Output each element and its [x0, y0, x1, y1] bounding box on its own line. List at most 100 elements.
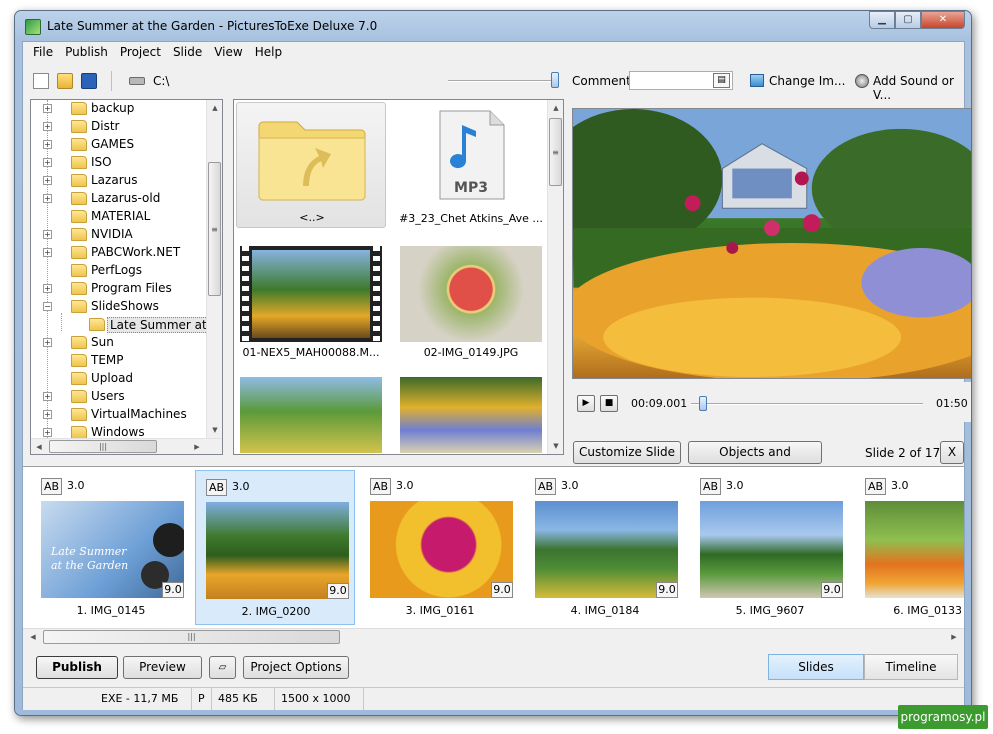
slide-item-selected[interactable]: AB 3.0 9.0 2. IMG_0200 — [195, 470, 355, 625]
slide-preview[interactable] — [572, 108, 971, 379]
expand-icon[interactable]: + — [43, 428, 52, 437]
close-button[interactable]: ✕ — [921, 11, 965, 29]
customize-slide-button[interactable]: Customize Slide — [573, 441, 681, 464]
slider-handle[interactable] — [551, 72, 559, 88]
tree-item[interactable]: + Program Files — [31, 280, 207, 298]
tree-item[interactable]: TEMP — [31, 352, 207, 370]
close-preview-button[interactable]: X — [940, 441, 964, 464]
tree-hscroll-thumb[interactable]: ||| — [49, 440, 157, 453]
strip-scroll-thumb[interactable]: ||| — [43, 630, 340, 644]
title-bar[interactable]: Late Summer at the Garden - PicturesToEx… — [15, 11, 971, 41]
drive-icon[interactable] — [129, 77, 145, 85]
tree-item[interactable]: + Sun — [31, 334, 207, 352]
transition-badge[interactable]: AB — [41, 478, 62, 495]
stop-icon[interactable]: ■ — [600, 395, 618, 412]
strip-horizontal-scrollbar[interactable]: ◀ ||| ▶ — [23, 628, 964, 645]
tab-timeline[interactable]: Timeline — [864, 654, 958, 680]
files-scroll-thumb[interactable]: ≡ — [549, 118, 562, 186]
expand-icon[interactable]: + — [43, 104, 52, 113]
add-sound-button[interactable]: Add Sound or V... — [873, 74, 964, 102]
tree-item[interactable]: + ISO — [31, 154, 207, 172]
menu-slide[interactable]: Slide — [167, 42, 208, 62]
drive-path[interactable]: C:\ — [153, 74, 169, 88]
tree-item[interactable]: Upload — [31, 370, 207, 388]
slide-item[interactable]: AB 3.0 Late Summer at the Garden 9.0 1. … — [31, 470, 191, 625]
minimize-button[interactable]: ▁ — [869, 11, 895, 29]
transition-badge[interactable]: AB — [535, 478, 556, 495]
scroll-right-arrow[interactable]: ▶ — [189, 439, 205, 454]
file-browser[interactable]: <..> MP3 #3_23_Chet Atkins_Ave ... 01-NE… — [233, 99, 564, 455]
scroll-left-arrow[interactable]: ◀ — [31, 439, 47, 454]
slide-item[interactable]: AB 3.0 9.0 3. IMG_0161 — [360, 470, 520, 625]
files-vertical-scrollbar[interactable]: ▲ ≡ ▼ — [547, 100, 563, 454]
expand-icon[interactable]: + — [43, 194, 52, 203]
scroll-down-arrow[interactable]: ▼ — [207, 422, 222, 438]
new-file-icon[interactable] — [33, 73, 49, 89]
expand-icon[interactable]: + — [43, 410, 52, 419]
expand-icon[interactable]: + — [43, 392, 52, 401]
thumbnail-size-slider[interactable] — [448, 80, 558, 82]
menu-project[interactable]: Project — [114, 42, 167, 62]
tree-item[interactable]: + VirtualMachines — [31, 406, 207, 424]
tree-item[interactable]: + Distr — [31, 118, 207, 136]
objects-animation-button[interactable]: Objects and Animation — [688, 441, 822, 480]
transition-badge[interactable]: AB — [865, 478, 886, 495]
project-options-button[interactable]: Project Options — [243, 656, 349, 679]
expand-icon[interactable]: + — [43, 230, 52, 239]
tree-item[interactable]: + NVIDIA — [31, 226, 207, 244]
expand-icon[interactable]: + — [43, 140, 52, 149]
tree-item[interactable]: PerfLogs — [31, 262, 207, 280]
open-folder-icon[interactable] — [57, 73, 73, 89]
menu-view[interactable]: View — [208, 42, 248, 62]
parent-folder-item[interactable]: <..> — [236, 102, 386, 228]
scroll-up-arrow[interactable]: ▲ — [548, 100, 563, 116]
scroll-left-arrow[interactable]: ◀ — [25, 629, 41, 645]
publish-button[interactable]: Publish — [36, 656, 118, 679]
slide-item[interactable]: AB 3.0 9.0 4. IMG_0184 — [525, 470, 685, 625]
transition-badge[interactable]: AB — [700, 478, 721, 495]
expand-icon[interactable]: + — [43, 176, 52, 185]
slide-item[interactable]: AB 3.0 9.0 5. IMG_9607 — [690, 470, 850, 625]
scroll-up-arrow[interactable]: ▲ — [207, 100, 222, 116]
tree-scroll-thumb[interactable]: ≡ — [208, 162, 221, 296]
tree-item[interactable]: + PABCWork.NET — [31, 244, 207, 262]
tree-item[interactable]: Late Summer at th — [31, 316, 207, 334]
slide-item[interactable]: AB 3.0 6. IMG_0133 — [855, 470, 964, 625]
collapse-icon[interactable]: − — [43, 302, 52, 311]
expand-icon[interactable]: + — [43, 158, 52, 167]
video-file-item[interactable]: 01-NEX5_MAH00088.M... — [236, 242, 386, 360]
tree-item[interactable]: MATERIAL — [31, 208, 207, 226]
transition-badge[interactable]: AB — [206, 479, 227, 496]
folder-tree[interactable]: + backup + Distr + GAMES + ISO + Lazarus + Lazarus-… — [30, 99, 223, 455]
play-icon[interactable]: ▶ — [577, 395, 595, 412]
comment-edit-icon[interactable]: ▤ — [713, 73, 730, 88]
change-image-button[interactable]: Change Im... — [769, 74, 845, 88]
add-sound-icon[interactable] — [855, 74, 869, 88]
preview-button[interactable]: Preview — [123, 656, 202, 679]
menu-help[interactable]: Help — [249, 42, 288, 62]
scroll-down-arrow[interactable]: ▼ — [548, 438, 563, 454]
menu-file[interactable]: File — [27, 42, 59, 62]
expand-icon[interactable]: + — [43, 284, 52, 293]
scroll-right-arrow[interactable]: ▶ — [946, 629, 962, 645]
image-file-item[interactable]: 02-IMG_0149.JPG — [396, 242, 546, 360]
change-image-icon[interactable] — [750, 74, 764, 87]
expand-icon[interactable]: + — [43, 248, 52, 257]
tree-horizontal-scrollbar[interactable]: ◀ ||| ▶ — [31, 438, 222, 454]
expand-icon[interactable]: + — [43, 122, 52, 131]
maximize-button[interactable]: ▢ — [895, 11, 921, 29]
tree-item[interactable]: + GAMES — [31, 136, 207, 154]
tree-item[interactable]: + backup — [31, 100, 207, 118]
menu-publish[interactable]: Publish — [59, 42, 114, 62]
image-thumbnail-partial[interactable] — [240, 377, 382, 453]
tree-item[interactable]: + Users — [31, 388, 207, 406]
save-icon[interactable] — [81, 73, 97, 89]
tree-item[interactable]: − SlideShows — [31, 298, 207, 316]
tree-item[interactable]: + Lazarus — [31, 172, 207, 190]
mp3-file-item[interactable]: MP3 #3_23_Chet Atkins_Ave ... — [396, 102, 546, 228]
expand-icon[interactable]: + — [43, 338, 52, 347]
image-thumbnail-partial[interactable] — [400, 377, 542, 453]
tree-vertical-scrollbar[interactable]: ▲ ≡ ▼ — [206, 100, 222, 454]
tree-item[interactable]: + Lazarus-old — [31, 190, 207, 208]
playback-track[interactable] — [691, 403, 923, 405]
